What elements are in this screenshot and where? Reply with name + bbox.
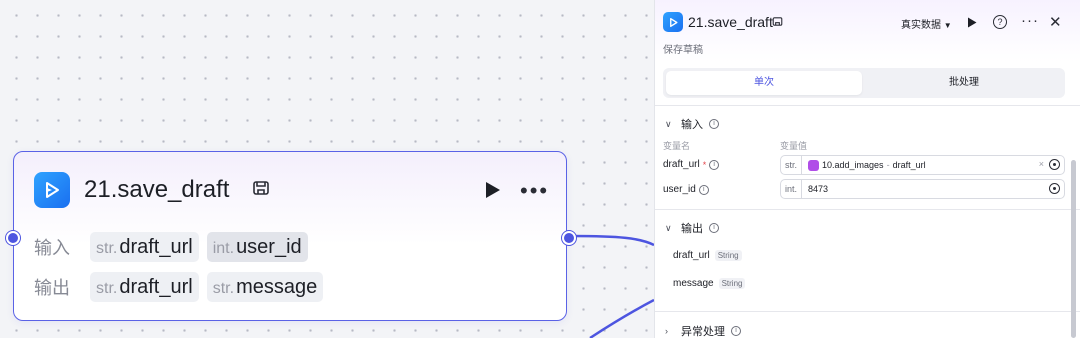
info-icon: i: [698, 184, 709, 195]
node-more-icon[interactable]: •••: [520, 178, 549, 204]
panel-header: [655, 0, 1080, 62]
output-variable: message String: [673, 278, 746, 289]
run-button[interactable]: [967, 17, 977, 28]
panel-node-icon: [663, 12, 683, 32]
workflow-canvas[interactable]: 21.save_draft ••• 输入 str. draft_url int. u…: [0, 0, 654, 338]
info-icon: i: [731, 326, 741, 336]
chevron-down-icon: ▼: [943, 21, 952, 30]
divider: [655, 105, 1080, 106]
help-icon[interactable]: ?: [993, 15, 1007, 29]
close-icon[interactable]: ✕: [1049, 13, 1062, 31]
input-label: 输入: [34, 238, 70, 258]
input-param-tag: str. draft_url: [90, 232, 199, 262]
variable-name: user_id i: [663, 184, 709, 195]
tab-batch[interactable]: 批处理: [866, 71, 1062, 95]
save-draft-icon: [253, 181, 269, 195]
output-port[interactable]: [562, 231, 576, 245]
column-header-name: 变量名: [663, 141, 691, 151]
node-ref-icon: [808, 159, 820, 171]
variable-name: draft_url * i: [663, 159, 720, 170]
save-draft-icon: [772, 17, 783, 26]
info-icon: i: [709, 119, 719, 129]
info-icon: i: [709, 159, 720, 170]
variable-picker-icon[interactable]: [1049, 183, 1060, 194]
run-mode-tabs: 单次 批处理: [663, 68, 1065, 98]
variable-picker-icon[interactable]: [1049, 159, 1060, 170]
more-icon[interactable]: ···: [1021, 12, 1039, 29]
draft-url-reference-field[interactable]: str. 10.add_images - draft_url ×: [780, 155, 1065, 175]
save-draft-node[interactable]: 21.save_draft ••• 输入 str. draft_url int. u…: [6, 151, 576, 321]
run-node-button[interactable]: [482, 180, 502, 200]
clear-icon[interactable]: ×: [1039, 159, 1044, 169]
input-section-header[interactable]: ∨ 输入 i: [665, 116, 719, 132]
scrollbar[interactable]: [1071, 160, 1076, 338]
chevron-right-icon: ›: [665, 326, 668, 336]
node-title: 21.save_draft: [84, 176, 230, 203]
chevron-down-icon: ∨: [665, 222, 672, 233]
panel-subtitle: 保存草稿: [663, 45, 703, 56]
node-input-row: 输入 str. draft_url int. user_id: [34, 232, 308, 262]
exception-section-header[interactable]: › 异常处理 i: [665, 323, 741, 338]
info-icon: i: [709, 223, 719, 233]
tab-single[interactable]: 单次: [666, 71, 862, 95]
node-test-panel: 21.save_draft 保存草稿 真实数据 ▼ ? ··· ✕ 单次 批处理…: [654, 0, 1080, 338]
panel-title: 21.save_draft: [688, 14, 773, 30]
output-param-tag: str. message: [206, 272, 324, 302]
divider: [655, 209, 1080, 210]
user-id-input[interactable]: int. 8473: [780, 179, 1065, 199]
output-param-tag: str. draft_url: [90, 272, 199, 302]
column-header-value: 变量值: [780, 141, 808, 151]
input-port[interactable]: [6, 231, 20, 245]
output-variable: draft_url String: [673, 250, 742, 261]
node-type-icon: [34, 172, 70, 208]
chevron-down-icon: ∨: [665, 118, 672, 129]
output-label: 输出: [34, 278, 70, 298]
input-param-tag: int. user_id: [206, 232, 308, 262]
node-output-row: 输出 str. draft_url str. message: [34, 272, 324, 302]
divider: [655, 311, 1080, 312]
data-mode-dropdown[interactable]: 真实数据 ▼: [901, 16, 952, 31]
output-section-header[interactable]: ∨ 输出 i: [665, 220, 719, 236]
